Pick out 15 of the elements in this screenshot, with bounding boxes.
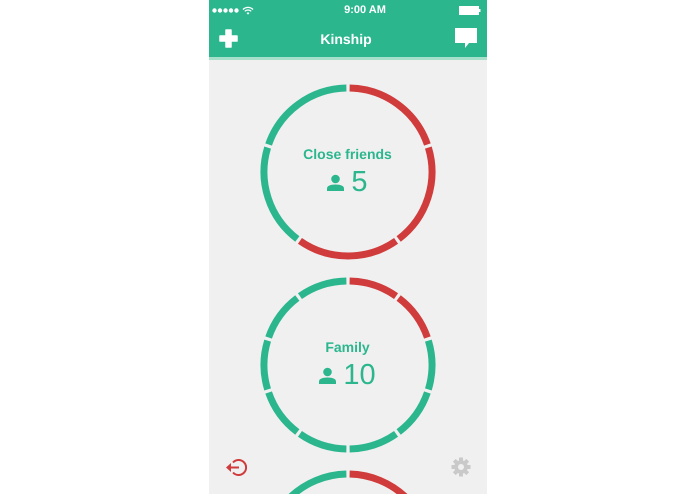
- person-icon: [319, 366, 336, 384]
- member-count: 10: [343, 360, 376, 390]
- settings-icon[interactable]: [450, 457, 470, 477]
- speech-bubble-icon[interactable]: [454, 28, 476, 49]
- signal-icon: [212, 8, 238, 12]
- status-time: 9:00 AM: [344, 4, 386, 16]
- plus-icon[interactable]: [218, 29, 238, 48]
- battery-icon: [458, 6, 480, 14]
- group-name: Family: [325, 338, 370, 354]
- wifi-icon: [242, 6, 254, 14]
- member-count: 5: [351, 168, 368, 196]
- screen-title: Kinship: [320, 30, 372, 46]
- person-icon: [327, 174, 344, 190]
- group-name: Close friends: [303, 146, 392, 162]
- logout-icon[interactable]: [224, 458, 246, 477]
